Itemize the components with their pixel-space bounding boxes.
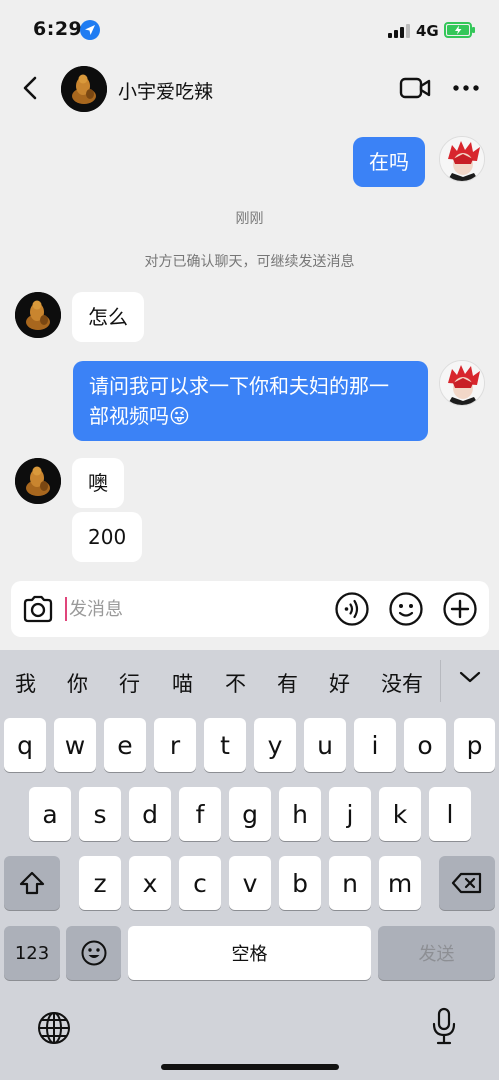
candidate-word[interactable]: 有 <box>277 668 298 698</box>
candidate-word[interactable]: 没有 <box>381 668 423 698</box>
network-type: 4G <box>416 22 439 40</box>
video-call-icon[interactable] <box>399 76 431 100</box>
send-key[interactable]: 发送 <box>378 926 495 980</box>
message-text: 噢 <box>88 471 108 495</box>
more-dots-icon[interactable] <box>452 84 480 92</box>
signal-icon <box>388 24 410 38</box>
message-composer <box>11 581 489 637</box>
key-o[interactable]: o <box>404 718 446 772</box>
key-z[interactable]: z <box>79 856 121 910</box>
key-r[interactable]: r <box>154 718 196 772</box>
key-m[interactable]: m <box>379 856 421 910</box>
key-n[interactable]: n <box>329 856 371 910</box>
key-x[interactable]: x <box>129 856 171 910</box>
message-text: 怎么 <box>88 305 128 329</box>
candidate-word[interactable]: 行 <box>119 668 140 698</box>
key-w[interactable]: w <box>54 718 96 772</box>
chat-header: 小宇爱吃辣 <box>0 58 499 118</box>
candidate-word[interactable]: 不 <box>225 668 246 698</box>
chevron-down-icon[interactable] <box>458 670 482 684</box>
emoji-icon <box>81 940 106 966</box>
message-bubble-mine[interactable]: 请问我可以求一下你和夫妇的那一 部视频吗😜 <box>73 361 428 441</box>
key-u[interactable]: u <box>304 718 346 772</box>
key-i[interactable]: i <box>354 718 396 772</box>
timestamp-note: 刚刚 <box>235 211 264 227</box>
my-avatar[interactable] <box>439 360 485 406</box>
key-b[interactable]: b <box>279 856 321 910</box>
emoji-icon[interactable] <box>388 591 424 627</box>
key-k[interactable]: k <box>379 787 421 841</box>
status-bar: 6:29 4G <box>0 0 499 58</box>
message-list[interactable]: 在吗 刚刚 对方已确认聊天，可继续发送消息 怎么 请问我可以求一下你和夫妇的那一… <box>0 118 499 580</box>
key-l[interactable]: l <box>429 787 471 841</box>
message-text: 部视频吗 <box>89 404 169 428</box>
home-indicator[interactable] <box>161 1064 339 1070</box>
message-input[interactable] <box>69 593 319 625</box>
voice-icon[interactable] <box>334 591 370 627</box>
text-cursor <box>65 597 67 621</box>
contact-avatar[interactable] <box>15 292 61 338</box>
candidate-word[interactable]: 喵 <box>172 668 193 698</box>
message-bubble-other[interactable]: 噢 <box>72 458 124 508</box>
key-s[interactable]: s <box>79 787 121 841</box>
candidate-word[interactable]: 我 <box>15 668 36 698</box>
delete-key[interactable] <box>439 856 495 910</box>
key-p[interactable]: p <box>454 718 495 772</box>
key-q[interactable]: q <box>4 718 46 772</box>
status-time: 6:29 <box>33 18 83 40</box>
contact-name: 小宇爱吃辣 <box>118 81 214 103</box>
message-bubble-other[interactable]: 怎么 <box>72 292 144 342</box>
plus-icon[interactable] <box>442 591 478 627</box>
key-j[interactable]: j <box>329 787 371 841</box>
key-c[interactable]: c <box>179 856 221 910</box>
key-g[interactable]: g <box>229 787 271 841</box>
space-key[interactable]: 空格 <box>128 926 371 980</box>
shift-icon <box>19 871 45 895</box>
delete-icon <box>451 872 482 894</box>
shift-key[interactable] <box>4 856 60 910</box>
key-y[interactable]: y <box>254 718 296 772</box>
contact-avatar[interactable] <box>15 458 61 504</box>
my-avatar[interactable] <box>439 136 485 182</box>
message-text: 200 <box>88 525 127 549</box>
emoji-keyboard-key[interactable] <box>66 926 121 980</box>
key-t[interactable]: t <box>204 718 246 772</box>
message-bubble-mine[interactable]: 在吗 <box>353 137 425 187</box>
globe-icon[interactable] <box>36 1010 72 1046</box>
key-a[interactable]: a <box>29 787 71 841</box>
key-v[interactable]: v <box>229 856 271 910</box>
message-text: 在吗 <box>369 150 409 174</box>
message-text: 请问我可以求一下你和夫妇的那一 <box>89 374 389 398</box>
candidate-word[interactable]: 好 <box>329 668 350 698</box>
location-arrow-icon <box>80 20 100 40</box>
camera-icon[interactable] <box>21 592 55 626</box>
key-d[interactable]: d <box>129 787 171 841</box>
winking-emoji-icon: 😜 <box>169 404 190 428</box>
battery-icon <box>444 22 475 38</box>
key-h[interactable]: h <box>279 787 321 841</box>
keyboard: 我 你 行 喵 不 有 好 没有 q w e r t y u i o p a s… <box>0 650 499 1080</box>
key-f[interactable]: f <box>179 787 221 841</box>
candidate-bar: 我 你 行 喵 不 有 好 没有 <box>0 650 499 708</box>
numbers-key[interactable]: 123 <box>4 926 60 980</box>
chevron-left-icon[interactable] <box>18 74 44 102</box>
key-e[interactable]: e <box>104 718 146 772</box>
microphone-icon[interactable] <box>430 1006 458 1046</box>
system-note: 对方已确认聊天，可继续发送消息 <box>144 254 355 270</box>
candidate-divider <box>440 660 441 702</box>
message-bubble-other[interactable]: 200 <box>72 512 143 562</box>
candidate-word[interactable]: 你 <box>67 668 88 698</box>
contact-avatar[interactable] <box>61 66 107 112</box>
